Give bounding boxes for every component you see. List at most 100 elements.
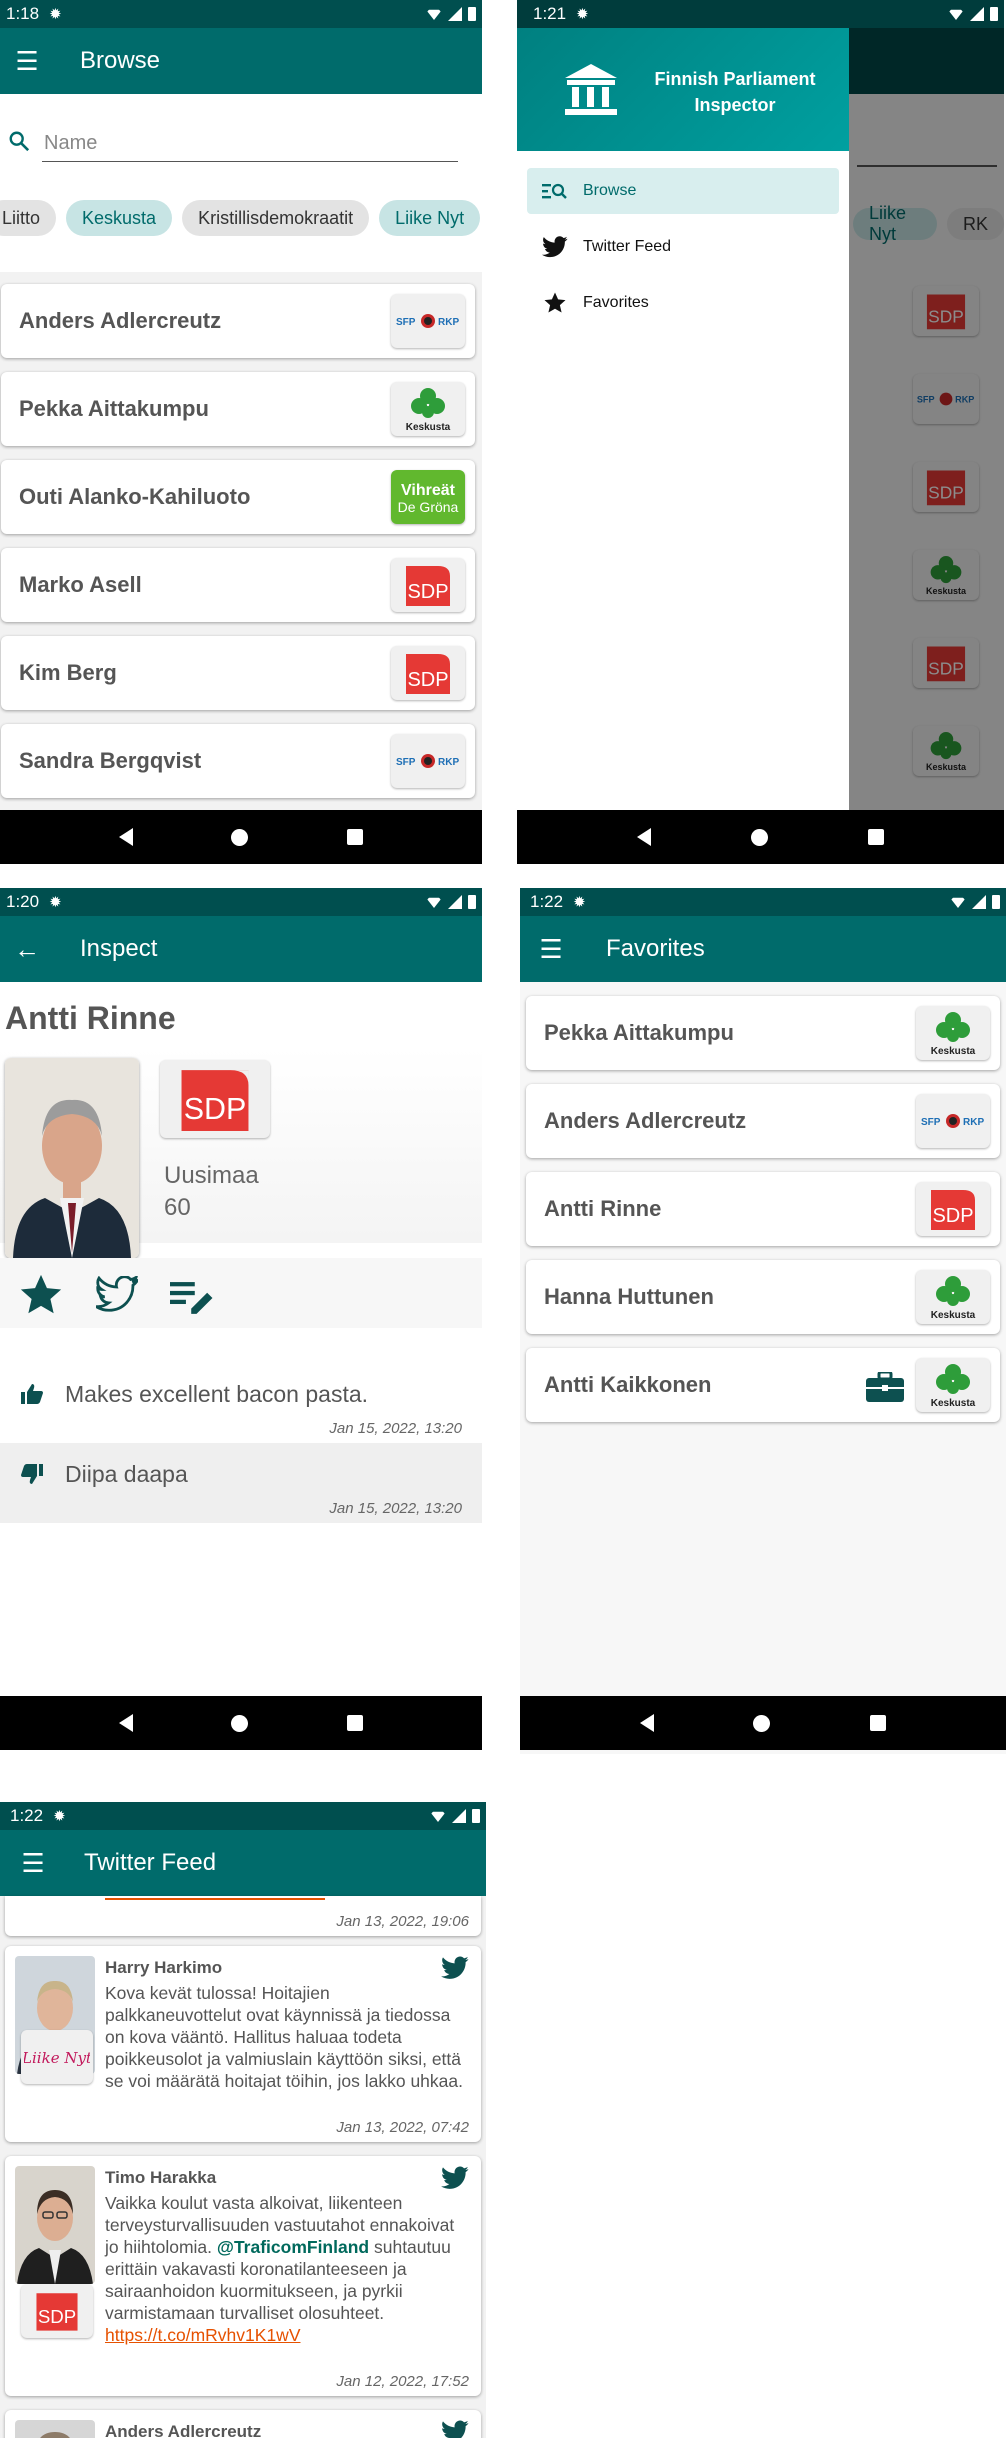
add-note-icon[interactable]: [170, 1278, 216, 1318]
signal-icon: [448, 895, 462, 909]
note-item[interactable]: Makes excellent bacon pasta. Jan 15, 202…: [0, 1363, 482, 1443]
note-date: Jan 15, 2022, 13:20: [329, 1500, 462, 1517]
party-logo-liike-nyt: Liike Nyt: [21, 2030, 93, 2084]
member-name: Anders Adlercreutz: [19, 308, 222, 333]
tweet-author: Harry Harkimo: [105, 1958, 223, 1977]
member-name: Anders Adlercreutz: [544, 1108, 747, 1133]
member-card[interactable]: Marko Asell SDP: [1, 548, 475, 622]
chip-keskusta[interactable]: Keskusta: [66, 200, 173, 236]
party-logo-sdp: SDP: [21, 2284, 93, 2338]
svg-text:SDP: SDP: [932, 1205, 973, 1227]
author-photo: [15, 2166, 95, 2284]
chip-liike-nyt[interactable]: Liike Nyt: [379, 200, 481, 236]
recents-nav-icon[interactable]: [346, 1715, 363, 1731]
party-logo-sdp: SDP: [160, 1060, 270, 1138]
tweet-card[interactable]: Anders Adlercreutz: [5, 2410, 481, 2438]
favorite-card[interactable]: Pekka Aittakumpu Keskusta: [526, 996, 1000, 1070]
back-arrow-icon[interactable]: ←: [0, 934, 54, 965]
browse-icon: [541, 182, 569, 200]
chip-kristillisdemokraatit[interactable]: Kristillisdemokraatit: [182, 200, 370, 236]
member-card[interactable]: Kim Berg SDP: [1, 636, 475, 710]
partial-link-fragment: [105, 1890, 325, 1900]
back-nav-icon[interactable]: [639, 1714, 654, 1732]
wifi-icon: [948, 9, 964, 20]
home-nav-icon[interactable]: [231, 1714, 249, 1732]
tweet-card[interactable]: SDP Timo Harakka Vaikka koulut vasta alk…: [5, 2156, 481, 2396]
member-name: Pekka Aittakumpu: [544, 1020, 734, 1045]
search-bar: [0, 116, 482, 172]
favorite-card[interactable]: Hanna Huttunen Keskusta: [526, 1260, 1000, 1334]
status-bar: 1:20 ✹: [0, 888, 482, 916]
status-icons: [426, 895, 476, 909]
twitter-icon[interactable]: [441, 2420, 469, 2438]
party-logo-vihreat: Vihreät De Gröna: [391, 470, 465, 524]
favorite-star-icon[interactable]: [18, 1272, 64, 1318]
drawer-item-browse[interactable]: Browse: [527, 168, 839, 214]
member-name: Marko Asell: [19, 572, 142, 597]
wifi-icon: [426, 9, 442, 20]
status-bar: 1:22 ✹: [520, 888, 1006, 916]
member-actions: [0, 1258, 482, 1328]
thumb-down-icon: [21, 1464, 43, 1484]
battery-icon: [992, 895, 1000, 909]
tweet-text: Vaikka koulut vasta alkoivat, liikenteen…: [105, 2192, 465, 2346]
system-nav-bar: [0, 1696, 482, 1750]
note-item[interactable]: Diipa daapa Jan 15, 2022, 13:20: [0, 1443, 482, 1523]
wifi-icon: [950, 897, 966, 908]
home-nav-icon[interactable]: [231, 828, 249, 846]
wifi-icon: [426, 897, 442, 908]
favorite-card[interactable]: Antti Kaikkonen Keskusta: [526, 1348, 1000, 1422]
back-nav-icon[interactable]: [637, 828, 651, 846]
menu-icon[interactable]: ☰: [6, 1848, 60, 1879]
member-card[interactable]: Outi Alanko-Kahiluoto Vihreät De Gröna: [1, 460, 475, 534]
home-nav-icon[interactable]: [753, 1714, 771, 1732]
thumb-up-icon: [21, 1384, 43, 1404]
member-name: Hanna Huttunen: [544, 1284, 714, 1309]
drawer-item-label: Twitter Feed: [583, 238, 672, 255]
member-name: Antti Rinne: [544, 1196, 662, 1221]
member-card[interactable]: Sandra Bergqvist SFP RKP: [1, 724, 475, 798]
tweet-author: Anders Adlercreutz: [105, 2422, 262, 2438]
svg-text:RKP: RKP: [963, 1117, 984, 1128]
tweet-card-partial[interactable]: Jan 13, 2022, 19:06: [5, 1896, 481, 1936]
status-time: 1:22: [530, 892, 564, 911]
twitter-icon[interactable]: [441, 2166, 469, 2190]
chip-liitto[interactable]: Liitto: [0, 200, 57, 236]
status-time: 1:21: [533, 4, 567, 23]
member-name: Antti Kaikkonen: [544, 1372, 712, 1397]
drawer-item-favorites[interactable]: Favorites: [527, 280, 839, 326]
tweet-mention-link[interactable]: @TraficomFinland: [217, 2237, 369, 2257]
member-card[interactable]: Anders Adlercreutz SFP RKP: [1, 284, 475, 358]
minister-briefcase-icon: [866, 1372, 904, 1402]
twitter-icon[interactable]: [96, 1276, 138, 1312]
menu-icon[interactable]: ☰: [524, 934, 578, 965]
recents-nav-icon[interactable]: [870, 1715, 887, 1731]
settings-status-icon: ✹: [576, 6, 589, 23]
party-logo-sfp-rkp: SFP RKP: [391, 734, 465, 788]
svg-text:Keskusta: Keskusta: [406, 422, 451, 433]
svg-text:SFP: SFP: [921, 1117, 941, 1128]
tweet-text: Kova kevät tulossa! Hoitajien palkkaneuv…: [105, 1983, 463, 2091]
home-nav-icon[interactable]: [751, 828, 768, 846]
signal-icon: [970, 7, 984, 21]
recents-nav-icon[interactable]: [868, 829, 884, 845]
favorite-card[interactable]: Anders Adlercreutz SFP RKP: [526, 1084, 1000, 1158]
app-bar: ☰ Favorites: [520, 916, 1006, 982]
status-time: 1:22: [10, 1806, 44, 1825]
member-name: Outi Alanko-Kahiluoto: [19, 484, 251, 509]
recents-nav-icon[interactable]: [346, 829, 363, 845]
drawer-title-line2: Inspector: [694, 95, 776, 115]
member-card[interactable]: Pekka Aittakumpu Keskusta: [1, 372, 475, 446]
twitter-icon[interactable]: [441, 1956, 469, 1980]
search-input[interactable]: [42, 126, 458, 162]
drawer-item-twitter-feed[interactable]: Twitter Feed: [527, 224, 839, 270]
back-nav-icon[interactable]: [119, 828, 134, 846]
menu-icon[interactable]: ☰: [0, 46, 54, 77]
tweet-url-link[interactable]: https://t.co/mRvhv1K1wV: [105, 2325, 301, 2345]
settings-status-icon: ✹: [573, 894, 586, 911]
tweet-card[interactable]: Liike Nyt Harry Harkimo Kova kevät tulos…: [5, 1946, 481, 2142]
favorite-card[interactable]: Antti Rinne SDP: [526, 1172, 1000, 1246]
back-nav-icon[interactable]: [119, 1714, 134, 1732]
status-bar: 1:18 ✹: [0, 0, 482, 28]
tweet-author: Timo Harakka: [105, 2168, 217, 2187]
